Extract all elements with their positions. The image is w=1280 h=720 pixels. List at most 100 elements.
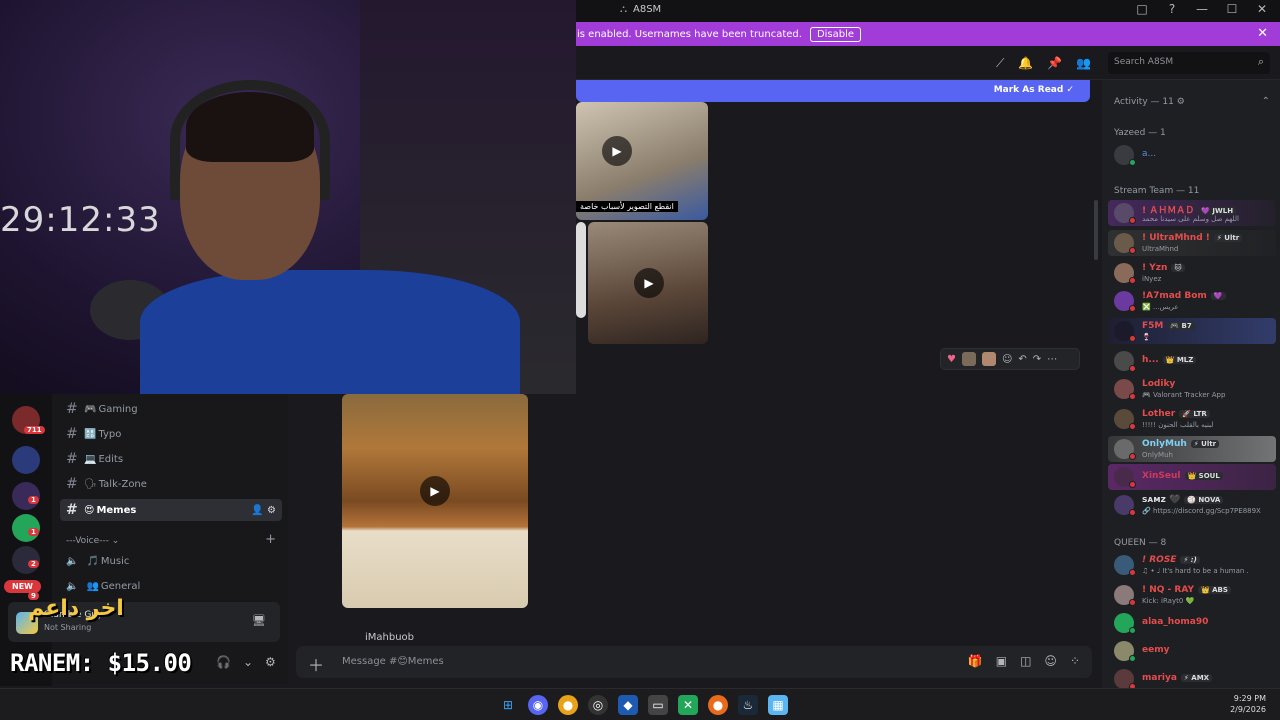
chevron-up-icon[interactable]: ⌃ [1262, 96, 1270, 107]
message-composer[interactable]: ＋ Message #😊Memes 🎁 ▣ ◫ ☺ ⁘ [296, 646, 1092, 678]
voice-channel-general[interactable]: 🔈 👥 General [66, 581, 140, 592]
member-row[interactable]: ꜱᴀᴍᴢ 🖤 🏐 NOVA 🔗 https://discord.gg/Scp7PE… [1108, 492, 1276, 518]
donation-overlay: RANEM: $15.00 [10, 649, 192, 677]
screen-share-icon[interactable]: 🖥 [252, 614, 266, 627]
chrome-icon[interactable]: ● [558, 695, 578, 715]
message-author[interactable]: iMahbuob [365, 632, 414, 643]
threads-icon[interactable]: ⟋ [996, 56, 1004, 71]
discord-taskbar-icon[interactable]: ◉ [528, 695, 548, 715]
play-icon[interactable]: ▶ [634, 268, 664, 298]
heart-reaction-icon[interactable]: ♥ [947, 354, 956, 365]
help-icon[interactable]: ? [1164, 2, 1180, 16]
member-row[interactable]: OnlyMuh ⚡ Ultr OnlyMuh [1108, 436, 1276, 462]
screen-share-icon[interactable]: □ [1134, 2, 1150, 16]
add-channel-icon[interactable]: + [265, 532, 276, 547]
voice-category[interactable]: ---Voice--- ⌄ [66, 536, 119, 546]
member-row[interactable]: Lother 🚀 LTR !!!!! لبنيه بالقلب الحنون [1108, 406, 1276, 432]
hash-icon: # [66, 502, 78, 518]
member-row[interactable]: eemy [1108, 638, 1276, 664]
forward-icon[interactable]: ↷ [1033, 354, 1041, 365]
channel-settings-icon[interactable]: 👤 ⚙ [251, 505, 276, 516]
section-stream-team: Stream Team — 11 [1114, 186, 1200, 196]
close-notice-icon[interactable]: ✕ [1257, 26, 1268, 41]
emoji-icon[interactable]: ☺ [1044, 654, 1057, 668]
member-row[interactable]: ! Yzn 🐱 iNyez [1108, 260, 1276, 286]
member-row[interactable]: ! UltraMhnd ! ⚡ Ultr UltraMhnd [1108, 230, 1276, 256]
maximize-button[interactable]: ☐ [1224, 2, 1240, 16]
member-row[interactable]: a... [1108, 142, 1276, 168]
firefox-icon[interactable]: ● [708, 695, 728, 715]
headphones [170, 80, 330, 200]
chevron-down-icon[interactable]: ⌄ [243, 655, 253, 669]
member-row[interactable]: XinSeul 👑 SOUL [1108, 464, 1276, 490]
mark-as-read-button[interactable]: Mark As Read ✓ [994, 85, 1074, 95]
streamer-shirt [140, 270, 520, 394]
channel-talk-zone[interactable]: # 🗣 Talk-Zone [60, 473, 282, 495]
video-attachment[interactable]: ▶ انقطع التصوير لأسباب خاصة [576, 102, 708, 220]
xbox-icon[interactable]: ✕ [678, 695, 698, 715]
mark-as-read-bar[interactable]: Mark As Read ✓ [576, 80, 1090, 102]
video-caption: انقطع التصوير لأسباب خاصة [576, 201, 678, 212]
member-row[interactable]: F5M 🎮 B7 🍷 [1108, 318, 1276, 344]
member-row[interactable]: Lodiky 🎮 Valorant Tracker App [1108, 376, 1276, 402]
reply-icon[interactable]: ↶ [1018, 354, 1026, 365]
gif-icon[interactable]: ▣ [996, 654, 1007, 668]
apps-icon[interactable]: ⁘ [1070, 654, 1080, 668]
disable-button[interactable]: Disable [809, 26, 862, 42]
speaker-icon: 🔈 [66, 581, 79, 592]
system-clock[interactable]: 9:29 PM 2/9/2026 [1230, 693, 1266, 715]
video-attachment[interactable] [576, 222, 586, 318]
member-row[interactable]: h... 👑 MLZ [1108, 348, 1276, 374]
add-reaction-icon[interactable]: ☺ [1002, 354, 1012, 365]
obs-icon[interactable]: ◎ [588, 695, 608, 715]
section-queen: QUEEN — 8 [1114, 538, 1167, 548]
webcam-overlay: 29:12:33 [0, 0, 576, 394]
member-row[interactable]: ! ＡＨＭＡＤ 💜 JWLH اللهم صل وسلم على سيدنا مح… [1108, 200, 1276, 226]
gift-icon[interactable]: 🎁 [968, 654, 983, 668]
voice-channel-music[interactable]: 🔈 🎵 Music [66, 556, 129, 567]
play-icon[interactable]: ▶ [602, 136, 632, 166]
member-row[interactable]: alaa_homa90 [1108, 610, 1276, 636]
scrollbar[interactable] [1094, 200, 1098, 260]
channel-edits[interactable]: # 💻 Edits [60, 448, 282, 470]
channel-header: ⟋ 🔔 📌 👥 Search A8SM ⌕ [576, 46, 1280, 80]
game-icon[interactable]: ▦ [768, 695, 788, 715]
close-window-button[interactable]: ✕ [1254, 2, 1270, 16]
app-icon[interactable]: ◆ [618, 695, 638, 715]
channel-memes[interactable]: # 😍 Memes 👤 ⚙ [60, 499, 282, 521]
member-row[interactable]: ! NQ - RAY 👑 ABS Kick: iRayt0 💚 [1108, 582, 1276, 608]
hash-icon: # [66, 426, 78, 442]
user-settings-icon[interactable]: ⚙ [265, 655, 276, 669]
more-icon[interactable]: ⋯ [1047, 354, 1057, 365]
folder-icon[interactable] [12, 446, 40, 474]
activity-header[interactable]: Activity — 11 ⚙ [1114, 97, 1185, 107]
terminal-icon[interactable]: ▭ [648, 695, 668, 715]
add-attachment-icon[interactable]: ＋ [308, 652, 324, 676]
notification-bell-icon[interactable]: 🔔 [1018, 56, 1033, 71]
reaction-sticker[interactable] [981, 352, 996, 366]
member-list-icon[interactable]: 👥 [1076, 56, 1091, 71]
steam-icon[interactable]: ♨ [738, 695, 758, 715]
pinned-messages-icon[interactable]: 📌 [1047, 56, 1062, 71]
search-input[interactable]: Search A8SM ⌕ [1108, 52, 1270, 74]
member-row[interactable]: !A7mad Bom 💜 ❎ ...عريس [1108, 288, 1276, 314]
channel-typo[interactable]: # 🔠 Typo [60, 423, 282, 445]
reaction-sticker[interactable] [961, 352, 976, 366]
channel-gaming[interactable]: # 🎮 Gaming [60, 398, 282, 420]
new-unreads-pill[interactable]: NEW [4, 580, 41, 593]
speaker-icon: 🔈 [66, 556, 79, 567]
minimize-button[interactable]: — [1194, 2, 1210, 16]
section-yazeed: Yazeed — 1 [1114, 128, 1166, 138]
play-icon[interactable]: ▶ [420, 476, 450, 506]
headset-icon[interactable]: 🎧 [216, 655, 231, 669]
video-attachment[interactable]: ▶ [588, 222, 708, 344]
notification-badge: 2 [28, 560, 39, 568]
member-row[interactable]: mariya ⚡ AMX [1108, 666, 1276, 688]
message-input[interactable]: Message #😊Memes [342, 656, 444, 667]
member-row[interactable]: ! ROSE ⚡ :) ♫ • ♩ It's hard to be a human… [1108, 552, 1276, 578]
sticker-icon[interactable]: ◫ [1020, 654, 1031, 668]
windows-start-icon[interactable]: ⊞ [498, 695, 518, 715]
video-attachment[interactable]: ▶ [342, 394, 528, 608]
streamer-mode-notice: is enabled. Usernames have been truncate… [576, 22, 1280, 46]
sharing-status: Not Sharing [44, 623, 92, 632]
